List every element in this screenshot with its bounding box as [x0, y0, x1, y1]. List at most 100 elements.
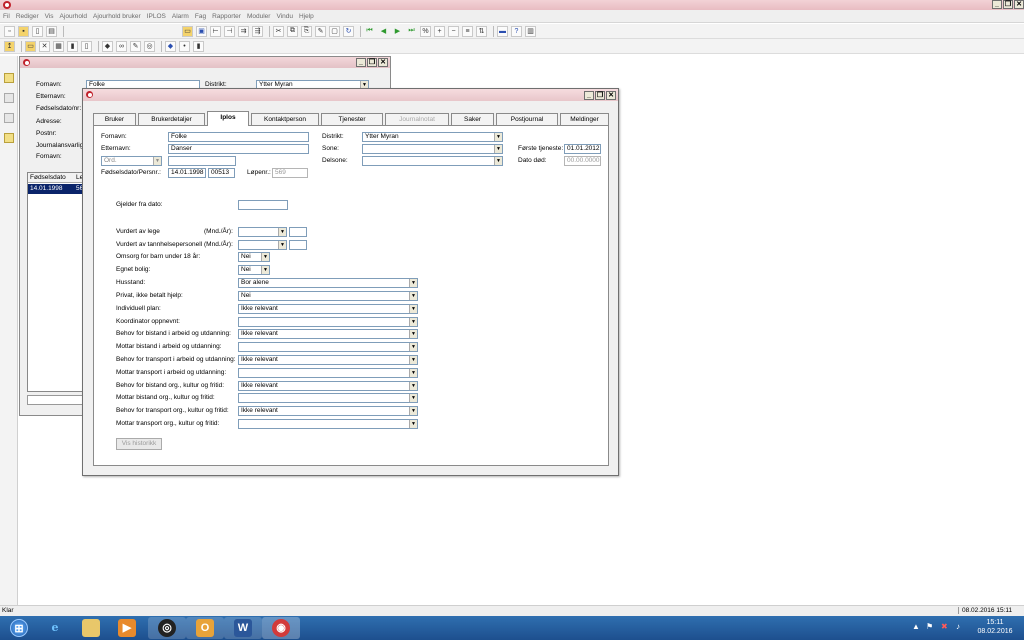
distrikt-select[interactable]: Ytter Myran ▼: [362, 132, 503, 142]
tab-brukerdetaljer[interactable]: Brukerdetaljer: [138, 113, 205, 125]
omsorg-select[interactable]: Nei ▼: [238, 252, 270, 262]
menu-ajourhold-bruker[interactable]: Ajourhold bruker: [93, 13, 141, 20]
tray-volume-icon[interactable]: ♪: [956, 622, 960, 631]
first-record-icon[interactable]: ⏮: [364, 25, 375, 37]
chevron-down-icon[interactable]: ▼: [409, 356, 417, 364]
chevron-down-icon[interactable]: ▼: [494, 145, 502, 153]
bg-results-grid[interactable]: Fødselsdato Le 14.01.1998 56: [27, 172, 87, 392]
tab-iplos[interactable]: Iplos: [207, 111, 249, 126]
menu-ajourhold[interactable]: Ajourhold: [60, 13, 87, 20]
taskbar-red-app[interactable]: ◉: [262, 617, 300, 639]
behov-bistand-fritid-select[interactable]: Ikke relevant ▼: [238, 381, 418, 391]
vurdert-tann-month-select[interactable]: ▼: [238, 240, 287, 250]
table-row[interactable]: 14.01.1998 56: [28, 184, 86, 194]
individuell-plan-select[interactable]: Ikke relevant ▼: [238, 304, 418, 314]
menu-iplos[interactable]: IPLOS: [147, 13, 166, 20]
left-toolbar-note-icon[interactable]: [4, 73, 14, 83]
book-icon[interactable]: ▥: [525, 25, 536, 37]
start-button[interactable]: ⊞: [0, 617, 38, 639]
vurdert-lege-year-field[interactable]: [289, 227, 307, 237]
copy-icon[interactable]: ⧉: [287, 25, 298, 37]
bg-restore-button[interactable]: ❐: [367, 58, 377, 67]
gjelder-fra-dato-field[interactable]: [238, 200, 288, 210]
door-icon[interactable]: ▮: [193, 40, 204, 52]
percent-icon[interactable]: %: [420, 25, 431, 37]
stack-icon[interactable]: ◎: [144, 40, 155, 52]
dot-icon[interactable]: •: [179, 40, 190, 52]
sone-select[interactable]: ▼: [362, 144, 503, 154]
left-toolbar-doc-icon[interactable]: [4, 133, 14, 143]
dialog-titlebar[interactable]: _ ❐ ✕: [83, 89, 618, 101]
menu-fag[interactable]: Fag: [195, 13, 206, 20]
forste-tjeneste-field[interactable]: 01.01.2012: [564, 144, 601, 154]
tab-saker[interactable]: Saker: [451, 113, 494, 125]
app-minimize-button[interactable]: _: [992, 0, 1002, 9]
vurdert-lege-month-select[interactable]: ▼: [238, 227, 287, 237]
menu-alarm[interactable]: Alarm: [172, 13, 189, 20]
chevron-down-icon[interactable]: ▼: [409, 318, 417, 326]
journal-icon[interactable]: ▮: [67, 40, 78, 52]
paste-icon[interactable]: ⎘: [301, 25, 312, 37]
tools-icon[interactable]: ✕: [39, 40, 50, 52]
left-toolbar-lock-icon[interactable]: [4, 113, 14, 123]
app-close-button[interactable]: ✕: [1014, 0, 1024, 9]
clipboard-icon[interactable]: ▯: [32, 25, 43, 37]
mottar-transport-arbeid-select[interactable]: ▼: [238, 368, 418, 378]
taskbar-word[interactable]: W: [224, 617, 262, 639]
split-icon[interactable]: ⊣: [224, 25, 235, 37]
app-restore-button[interactable]: ❐: [1003, 0, 1013, 9]
menu-rediger[interactable]: Rediger: [16, 13, 39, 20]
mottar-transport-fritid-select[interactable]: ▼: [238, 419, 418, 429]
delsone-select[interactable]: ▼: [362, 156, 503, 166]
tray-clock[interactable]: 15:11 08.02.2016: [972, 618, 1018, 636]
behov-bistand-arbeid-select[interactable]: Ikke relevant ▼: [238, 329, 418, 339]
merge-icon[interactable]: ⇉: [238, 25, 249, 37]
help-icon[interactable]: ?: [511, 25, 522, 37]
zoom-out-icon[interactable]: −: [448, 25, 459, 37]
fodselsdato-field[interactable]: 14.01.1998: [168, 168, 206, 178]
tab-postjournal[interactable]: Postjournal: [496, 113, 558, 125]
tree-icon[interactable]: ⊢: [210, 25, 221, 37]
print-icon[interactable]: ▬: [497, 25, 508, 37]
taskbar-media-player[interactable]: ▶: [108, 617, 146, 639]
user-icon[interactable]: ↥: [4, 40, 15, 52]
taskbar-outlook[interactable]: O: [186, 617, 224, 639]
etternavn-field[interactable]: Danser: [168, 144, 309, 154]
chevron-down-icon[interactable]: ▼: [494, 157, 502, 165]
dialog-close-button[interactable]: ✕: [606, 91, 616, 100]
tab-tjenester[interactable]: Tjenester: [321, 113, 383, 125]
behov-transport-arbeid-select[interactable]: Ikke relevant ▼: [238, 355, 418, 365]
ord-select[interactable]: Ord. ▼: [101, 156, 162, 166]
menu-vis[interactable]: Vis: [45, 13, 54, 20]
grid-header-fodselsdato[interactable]: Fødselsdato: [30, 174, 66, 181]
chevron-down-icon[interactable]: ▼: [494, 133, 502, 141]
menu-rapporter[interactable]: Rapporter: [212, 13, 241, 20]
chevron-down-icon[interactable]: ▼: [278, 241, 286, 249]
chevron-down-icon[interactable]: ▼: [409, 420, 417, 428]
open-folder-icon[interactable]: ▭: [182, 25, 193, 37]
edit-icon[interactable]: ✎: [315, 25, 326, 37]
chevron-down-icon[interactable]: ▼: [409, 382, 417, 390]
persnr-field[interactable]: 00513: [208, 168, 235, 178]
menu-vindu[interactable]: Vindu: [276, 13, 293, 20]
folder-icon[interactable]: ▪: [18, 25, 29, 37]
chevron-down-icon[interactable]: ▼: [153, 157, 161, 165]
tray-flag-icon[interactable]: ⚑: [926, 622, 933, 631]
chevron-down-icon[interactable]: ▼: [409, 305, 417, 313]
background-window-titlebar[interactable]: _ ❐ ✕: [20, 57, 390, 68]
book-open-icon[interactable]: ▯: [81, 40, 92, 52]
chevron-down-icon[interactable]: ▼: [409, 369, 417, 377]
shield-icon[interactable]: ◆: [165, 40, 176, 52]
sort-icon[interactable]: ⇅: [476, 25, 487, 37]
chevron-down-icon[interactable]: ▼: [409, 407, 417, 415]
tab-meldinger[interactable]: Meldinger: [560, 113, 609, 125]
bookmark-icon[interactable]: ◆: [102, 40, 113, 52]
egnet-bolig-select[interactable]: Nei ▼: [238, 265, 270, 275]
chevron-down-icon[interactable]: ▼: [409, 292, 417, 300]
user-edit-icon[interactable]: ✎: [130, 40, 141, 52]
refresh-icon[interactable]: ↻: [343, 25, 354, 37]
behov-transport-fritid-select[interactable]: Ikke relevant ▼: [238, 406, 418, 416]
menu-hjelp[interactable]: Hjelp: [299, 13, 314, 20]
tab-kontaktperson[interactable]: Kontaktperson: [251, 113, 319, 125]
vis-historikk-button[interactable]: Vis historikk: [116, 438, 162, 450]
